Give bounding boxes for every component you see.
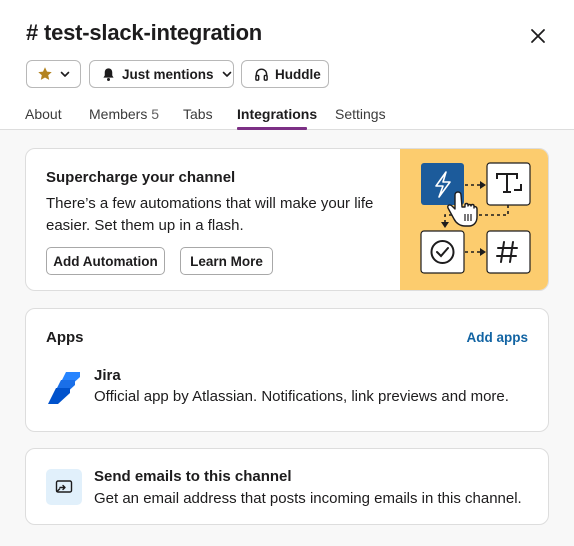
tab-tabs-label: Tabs bbox=[183, 106, 213, 122]
email-description: Get an email address that posts incoming… bbox=[94, 490, 522, 507]
email-card[interactable]: Send emails to this channel Get an email… bbox=[25, 448, 549, 525]
app-description: Official app by Atlassian. Notifications… bbox=[94, 388, 509, 405]
text-icon bbox=[486, 162, 531, 206]
automation-description: There’s a few automations that will make… bbox=[46, 195, 374, 234]
app-name[interactable]: Jira bbox=[94, 367, 121, 384]
huddle-button[interactable]: Huddle bbox=[241, 60, 329, 88]
tab-tabs[interactable]: Tabs bbox=[183, 106, 213, 122]
chevron-down-icon bbox=[222, 71, 231, 77]
email-channel-icon bbox=[46, 469, 82, 505]
tab-members-label: Members bbox=[89, 106, 148, 122]
apps-card: Apps Add apps Jira Official app by Atlas… bbox=[25, 308, 549, 432]
bell-icon bbox=[103, 67, 114, 81]
members-count: 5 bbox=[151, 106, 160, 122]
automation-title: Supercharge your channel bbox=[46, 169, 236, 186]
add-automation-button[interactable]: Add Automation bbox=[46, 247, 165, 275]
star-button[interactable] bbox=[26, 60, 81, 88]
chevron-down-icon bbox=[60, 71, 70, 77]
apps-title: Apps bbox=[46, 329, 84, 346]
notifications-button[interactable]: Just mentions bbox=[89, 60, 234, 88]
close-icon[interactable] bbox=[527, 25, 549, 47]
add-apps-link[interactable]: Add apps bbox=[466, 330, 528, 345]
email-title[interactable]: Send emails to this channel bbox=[94, 468, 292, 485]
huddle-label: Huddle bbox=[275, 66, 321, 82]
active-tab-indicator bbox=[237, 127, 307, 130]
check-circle-icon bbox=[420, 230, 465, 274]
tab-about[interactable]: About bbox=[25, 106, 62, 122]
tab-members[interactable]: Members 5 bbox=[89, 106, 159, 122]
headphones-icon bbox=[255, 67, 268, 81]
channel-title: # test-slack-integration bbox=[26, 20, 263, 45]
channel-header: # test-slack-integration Just mentions H… bbox=[0, 0, 574, 130]
learn-more-button[interactable]: Learn More bbox=[180, 247, 273, 275]
tab-settings-label: Settings bbox=[335, 106, 386, 122]
jira-logo-icon[interactable] bbox=[46, 369, 82, 405]
hash-icon bbox=[486, 230, 531, 274]
tab-integrations[interactable]: Integrations bbox=[237, 106, 317, 122]
tab-settings[interactable]: Settings bbox=[335, 106, 386, 122]
notifications-label: Just mentions bbox=[122, 66, 214, 82]
automation-illustration bbox=[400, 149, 548, 290]
tab-about-label: About bbox=[25, 106, 62, 122]
tab-integrations-label: Integrations bbox=[237, 106, 318, 122]
automation-card: Supercharge your channel There’s a few a… bbox=[25, 148, 549, 291]
star-icon bbox=[38, 67, 52, 80]
